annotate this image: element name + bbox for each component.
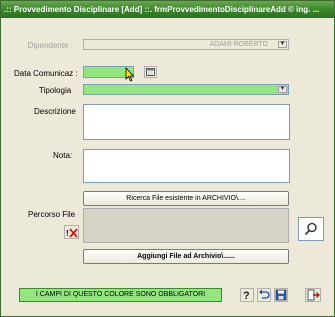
nota-textarea[interactable] xyxy=(83,149,290,183)
dipendente-value: ADAMI ROBERTO xyxy=(209,41,268,48)
search-icon xyxy=(304,222,317,236)
tipologia-label: Tipologia xyxy=(39,86,72,95)
calendar-icon xyxy=(146,68,155,76)
svg-text:?: ? xyxy=(243,290,250,301)
nota-label: Nota: xyxy=(53,151,73,160)
exit-icon xyxy=(307,289,320,301)
help-icon: ? xyxy=(243,290,250,301)
save-icon xyxy=(275,289,287,301)
dipendente-label: Dipendente : xyxy=(27,41,73,50)
title-bar: .:: Provvedimento Disciplinare [Add] ::.… xyxy=(1,1,334,18)
form-window: .:: Provvedimento Disciplinare [Add] ::.… xyxy=(0,0,335,317)
descrizione-textarea[interactable] xyxy=(83,104,290,140)
dipendente-combo[interactable]: ADAMI ROBERTO ▼ xyxy=(83,39,289,50)
percorso-file-field xyxy=(83,208,289,243)
descrizione-label: Descrizione xyxy=(34,107,76,116)
percorso-file-label: Percorso File xyxy=(28,210,76,219)
save-button[interactable] xyxy=(274,288,288,302)
search-button[interactable] xyxy=(298,217,324,241)
delete-file-icon: ! xyxy=(66,227,78,238)
ricerca-file-button[interactable]: Ricerca File esistente in ARCHIVIO\.... xyxy=(83,191,289,206)
help-button[interactable]: ? xyxy=(240,288,254,302)
data-comunicaz-label: Data Comunicaz : xyxy=(14,69,78,78)
required-fields-legend: I CAMPI DI QUESTO COLORE SONO OBBLIGATOR… xyxy=(19,288,222,302)
svg-text:!: ! xyxy=(66,229,69,238)
exit-button[interactable] xyxy=(305,288,321,302)
aggiungi-file-button[interactable]: Aggiungi File ad Archivio\...... xyxy=(83,249,289,264)
chevron-down-icon[interactable]: ▼ xyxy=(278,86,287,93)
tipologia-combo[interactable]: ▼ xyxy=(83,84,289,95)
mouse-cursor-icon xyxy=(125,67,135,82)
delete-file-button[interactable]: ! xyxy=(64,225,79,239)
undo-icon xyxy=(259,289,270,299)
calendar-button[interactable] xyxy=(144,66,157,78)
undo-button[interactable] xyxy=(257,288,271,302)
chevron-down-icon[interactable]: ▼ xyxy=(278,41,287,48)
